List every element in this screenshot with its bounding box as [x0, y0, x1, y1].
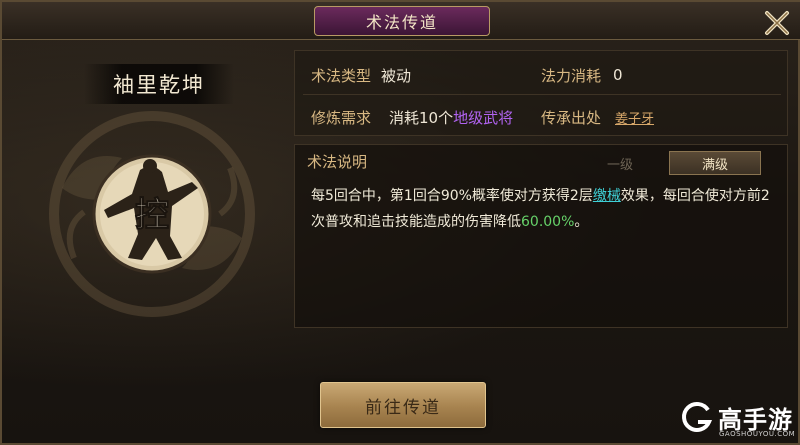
- tab-max-level[interactable]: 满级: [669, 151, 761, 175]
- description-title: 术法说明: [307, 153, 368, 171]
- skill-emblem-glyph: 控: [135, 195, 169, 235]
- source-label: 传承出处: [541, 108, 602, 127]
- desc-part-1: 每5回合中，第1回合90%概率使对方获得2层: [311, 188, 593, 204]
- dialog-title: 术法传道: [365, 13, 438, 32]
- cost-label: 法力消耗: [541, 66, 602, 85]
- close-icon: [765, 11, 789, 35]
- skill-name-plate: 袖里乾坤: [84, 64, 234, 104]
- desc-part-3: 。: [574, 214, 589, 230]
- skill-description-box: 术法说明 一级 满级 每5回合中，第1回合90%概率使对方获得2层缴械效果，每回…: [294, 144, 788, 328]
- skill-emblem-icon: 控: [49, 111, 255, 317]
- desc-value: 60.00%: [521, 214, 575, 230]
- keyword-link[interactable]: 缴械: [593, 188, 621, 204]
- tab-level-1[interactable]: 一级: [585, 151, 655, 175]
- watermark: 高手游 GAOSHOUYOU.COM: [678, 400, 798, 444]
- close-button[interactable]: [760, 6, 794, 40]
- info-row-type-cost: 术法类型 被动 法力消耗 0: [295, 57, 789, 93]
- go-transmit-label: 前往传道: [365, 397, 441, 418]
- watermark-site: GAOSHOUYOU.COM: [719, 430, 796, 438]
- requirement-item: 地级武将: [453, 108, 514, 127]
- type-label: 术法类型: [311, 66, 372, 85]
- gaoshouyou-logo-icon: [682, 402, 713, 432]
- skill-info-box: 术法类型 被动 法力消耗 0 修炼需求 消耗10个地级武将 传承出处 姜子牙: [294, 50, 788, 136]
- requirement-value: 消耗10个地级武将: [389, 107, 513, 128]
- type-value: 被动: [381, 66, 412, 85]
- source-link[interactable]: 姜子牙: [615, 108, 654, 127]
- divider: [303, 94, 781, 95]
- skill-name: 袖里乾坤: [113, 73, 205, 97]
- skill-dialog: 术法传道 袖里乾坤 控 术法类型 被动 法力消耗 0 修炼需求 消耗10个地级武…: [0, 0, 800, 445]
- skill-portrait-panel: 袖里乾坤 控: [12, 46, 284, 328]
- info-row-req-source: 修炼需求 消耗10个地级武将 传承出处 姜子牙: [295, 99, 789, 135]
- cost-value: 0: [613, 66, 623, 84]
- title-tab: 术法传道: [314, 6, 490, 36]
- requirement-prefix: 消耗10个: [389, 108, 454, 127]
- description-text: 每5回合中，第1回合90%概率使对方获得2层缴械效果，每回合使对方前2次普攻和追…: [311, 183, 781, 235]
- go-transmit-button[interactable]: 前往传道: [320, 382, 486, 428]
- requirement-label: 修炼需求: [311, 108, 372, 127]
